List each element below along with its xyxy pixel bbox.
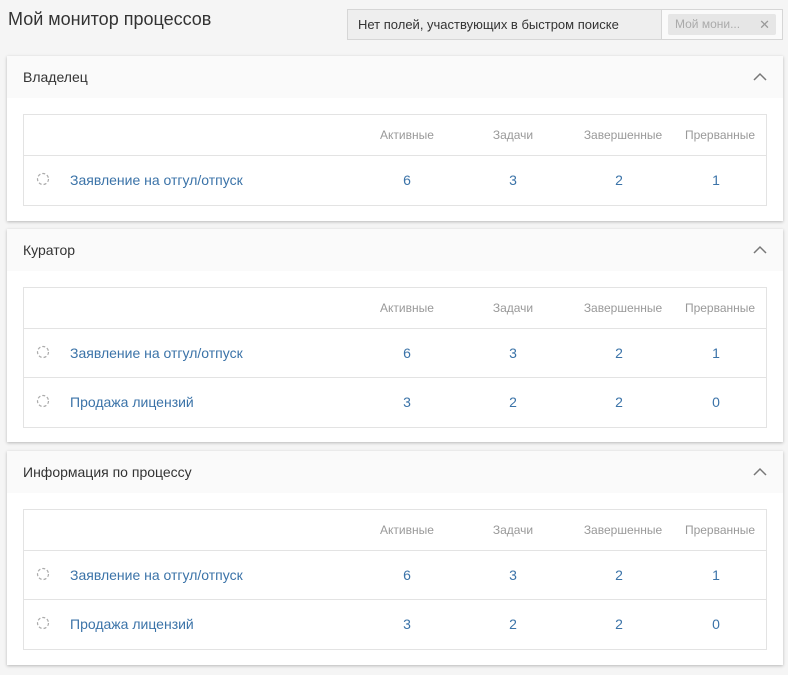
quick-search-bar[interactable]: Нет полей, участвующих в быстром поиске … (347, 9, 783, 40)
active-count[interactable]: 6 (367, 551, 447, 599)
panel-header[interactable]: Владелец (7, 56, 783, 98)
process-spinner-icon (36, 172, 50, 186)
completed-count[interactable]: 2 (579, 329, 659, 377)
active-count[interactable]: 6 (367, 329, 447, 377)
close-icon[interactable]: ✕ (759, 14, 770, 35)
table-row[interactable]: Продажа лицензий 3 2 2 0 (24, 600, 766, 649)
process-name-link[interactable]: Заявление на отгул/отпуск (70, 551, 243, 599)
completed-count[interactable]: 2 (579, 156, 659, 204)
panel-header[interactable]: Информация по процессу (7, 451, 783, 493)
aborted-count[interactable]: 1 (676, 551, 756, 599)
tasks-count[interactable]: 3 (473, 551, 553, 599)
aborted-count[interactable]: 1 (676, 156, 756, 204)
table-header: Активные Задачи Завершенные Прерванные (24, 288, 766, 329)
process-name-link[interactable]: Заявление на отгул/отпуск (70, 329, 243, 377)
column-header-tasks[interactable]: Задачи (473, 510, 553, 550)
tasks-count[interactable]: 2 (473, 600, 553, 648)
panel-owner: Владелец Активные Задачи Завершенные Пре… (7, 56, 783, 221)
tasks-count[interactable]: 3 (473, 329, 553, 377)
quick-search-message: Нет полей, участвующих в быстром поиске (348, 10, 662, 39)
filter-chip[interactable]: Мой мони... ✕ (668, 14, 776, 35)
completed-count[interactable]: 2 (579, 551, 659, 599)
table-row[interactable]: Заявление на отгул/отпуск 6 3 2 1 (24, 156, 766, 205)
process-name-link[interactable]: Продажа лицензий (70, 378, 194, 426)
aborted-count[interactable]: 0 (676, 378, 756, 426)
column-header-active[interactable]: Активные (367, 510, 447, 550)
chevron-up-icon[interactable] (751, 463, 769, 481)
aborted-count[interactable]: 1 (676, 329, 756, 377)
process-name-link[interactable]: Заявление на отгул/отпуск (70, 156, 243, 204)
column-header-tasks[interactable]: Задачи (473, 115, 553, 155)
table-header: Активные Задачи Завершенные Прерванные (24, 115, 766, 156)
column-header-active[interactable]: Активные (367, 288, 447, 328)
active-count[interactable]: 3 (367, 378, 447, 426)
page-title: Мой монитор процессов (8, 9, 212, 29)
panel-title: Владелец (23, 69, 88, 85)
filter-chip-label: Мой мони... (675, 17, 741, 31)
completed-count[interactable]: 2 (579, 378, 659, 426)
column-header-active[interactable]: Активные (367, 115, 447, 155)
column-header-tasks[interactable]: Задачи (473, 288, 553, 328)
table-row[interactable]: Продажа лицензий 3 2 2 0 (24, 378, 766, 427)
process-name-link[interactable]: Продажа лицензий (70, 600, 194, 648)
chevron-up-icon[interactable] (751, 241, 769, 259)
panel-title: Информация по процессу (23, 464, 192, 480)
process-spinner-icon (36, 394, 50, 408)
tasks-count[interactable]: 2 (473, 378, 553, 426)
panel-title: Куратор (23, 242, 76, 258)
column-header-completed[interactable]: Завершенные (573, 288, 673, 328)
quick-search-filter-area[interactable]: Мой мони... ✕ (662, 10, 782, 39)
column-header-aborted[interactable]: Прерванные (676, 288, 764, 328)
process-table: Активные Задачи Завершенные Прерванные З… (23, 114, 767, 206)
process-table: Активные Задачи Завершенные Прерванные З… (23, 287, 767, 428)
column-header-completed[interactable]: Завершенные (573, 115, 673, 155)
panel-process-info: Информация по процессу Активные Задачи З… (7, 451, 783, 665)
aborted-count[interactable]: 0 (676, 600, 756, 648)
completed-count[interactable]: 2 (579, 600, 659, 648)
column-header-completed[interactable]: Завершенные (573, 510, 673, 550)
process-spinner-icon (36, 567, 50, 581)
panel-header[interactable]: Куратор (7, 229, 783, 271)
panel-curator: Куратор Активные Задачи Завершенные Прер… (7, 229, 783, 442)
process-spinner-icon (36, 616, 50, 630)
process-table: Активные Задачи Завершенные Прерванные З… (23, 509, 767, 650)
table-row[interactable]: Заявление на отгул/отпуск 6 3 2 1 (24, 329, 766, 378)
tasks-count[interactable]: 3 (473, 156, 553, 204)
active-count[interactable]: 6 (367, 156, 447, 204)
chevron-up-icon[interactable] (751, 68, 769, 86)
table-row[interactable]: Заявление на отгул/отпуск 6 3 2 1 (24, 551, 766, 600)
column-header-aborted[interactable]: Прерванные (676, 115, 764, 155)
active-count[interactable]: 3 (367, 600, 447, 648)
table-header: Активные Задачи Завершенные Прерванные (24, 510, 766, 551)
column-header-aborted[interactable]: Прерванные (676, 510, 764, 550)
process-spinner-icon (36, 345, 50, 359)
